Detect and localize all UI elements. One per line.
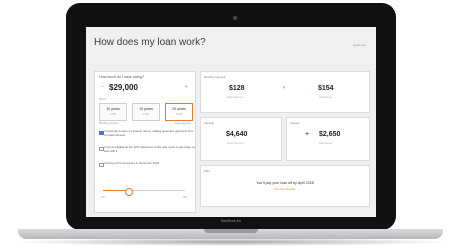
card-label: Savings <box>204 121 214 125</box>
laptop-screen: How does my loan work? @earnest How much… <box>86 27 376 217</box>
camera-icon <box>233 16 237 20</box>
sub-monthly: Monthly payment <box>99 122 119 125</box>
autopay-option[interactable]: I would like to save my interest rate by… <box>99 129 196 137</box>
term-rate: 3.9% <box>143 113 149 116</box>
savings-caption: saved over term <box>227 142 245 145</box>
term-label: Term <box>99 97 106 101</box>
page-title: How does my loan work? <box>94 37 206 48</box>
payoff-text: You'll pay your loan off by April 2028 <box>256 181 314 185</box>
schedule-link[interactable]: See full schedule <box>201 187 369 191</box>
loan-input-panel: How much do I have owing? − $29,000 + Te… <box>94 71 196 213</box>
checkbox-icon[interactable] <box>99 146 104 152</box>
plan-card: Plan You'll pay your loan off by April 2… <box>200 165 370 207</box>
savings-card: Savings $4,640 saved over term <box>200 117 282 161</box>
slider-handle[interactable] <box>124 187 133 196</box>
top-link[interactable]: @earnest <box>353 43 366 47</box>
autopay-label: I would like to save my interest rate by… <box>104 129 194 137</box>
term-years: 10 years <box>106 107 120 111</box>
laptop-shadow <box>8 238 453 246</box>
tax-credit-label: I may be eligible for the 10% federal ta… <box>104 145 196 153</box>
slider-min: 1% <box>101 196 105 199</box>
term-rate: 4.2% <box>176 113 182 116</box>
sub-total: Total payment <box>174 122 191 125</box>
rate-slider[interactable] <box>103 187 185 196</box>
term-option-15[interactable]: 15 years 3.9% <box>132 103 160 121</box>
slider-max: 8% <box>183 196 187 199</box>
amount-question: How much do I have owing? <box>99 75 145 79</box>
interest-sign: + <box>305 131 310 138</box>
checkbox-icon[interactable] <box>99 162 104 168</box>
card-label: Interest <box>290 121 300 125</box>
term-rate: 3.6% <box>110 113 116 116</box>
decrease-amount-button[interactable]: − <box>101 84 104 90</box>
term-subcaptions: Monthly payment Total payment <box>99 122 191 125</box>
slider-range: 1% 8% <box>101 196 187 199</box>
term-option-10[interactable]: 10 years 3.6% <box>99 103 127 121</box>
term-years: 20 years <box>172 107 186 111</box>
arrow-up-icon: ↑ <box>311 87 313 91</box>
grace-label: Coming of the loan/grace in December 201… <box>104 161 159 165</box>
monthly-after-value: $154 <box>318 85 334 92</box>
grace-option[interactable]: Coming of the loan/grace in December 201… <box>99 161 196 168</box>
tax-credit-option[interactable]: I may be eligible for the 10% federal ta… <box>99 145 196 153</box>
laptop-notch <box>204 229 258 233</box>
card-label: Monthly payment <box>204 75 226 79</box>
monthly-after-caption: with Earnest <box>319 96 333 99</box>
loan-amount[interactable]: $29,000 <box>109 83 138 92</box>
increase-amount-button[interactable]: + <box>185 84 188 90</box>
monthly-before-caption: before Earnest <box>227 96 243 99</box>
term-option-20[interactable]: 20 years 4.2% <box>165 103 193 121</box>
checkbox-checked-icon[interactable] <box>99 130 104 136</box>
interest-card: Interest + $2,650 total interest <box>286 117 370 161</box>
term-years: 15 years <box>139 107 153 111</box>
slider-fill <box>103 190 128 191</box>
interest-caption: total interest <box>319 142 333 145</box>
interest-value: $2,650 <box>319 131 341 138</box>
device-brand: MacBook Air <box>220 219 242 223</box>
monthly-payment-card: Monthly payment $128 before Earnest › ↑ … <box>200 71 370 113</box>
chevron-right-icon: › <box>283 85 285 91</box>
card-label: Plan <box>204 169 210 173</box>
monthly-before-value: $128 <box>229 85 245 92</box>
savings-value: $4,640 <box>226 131 248 138</box>
